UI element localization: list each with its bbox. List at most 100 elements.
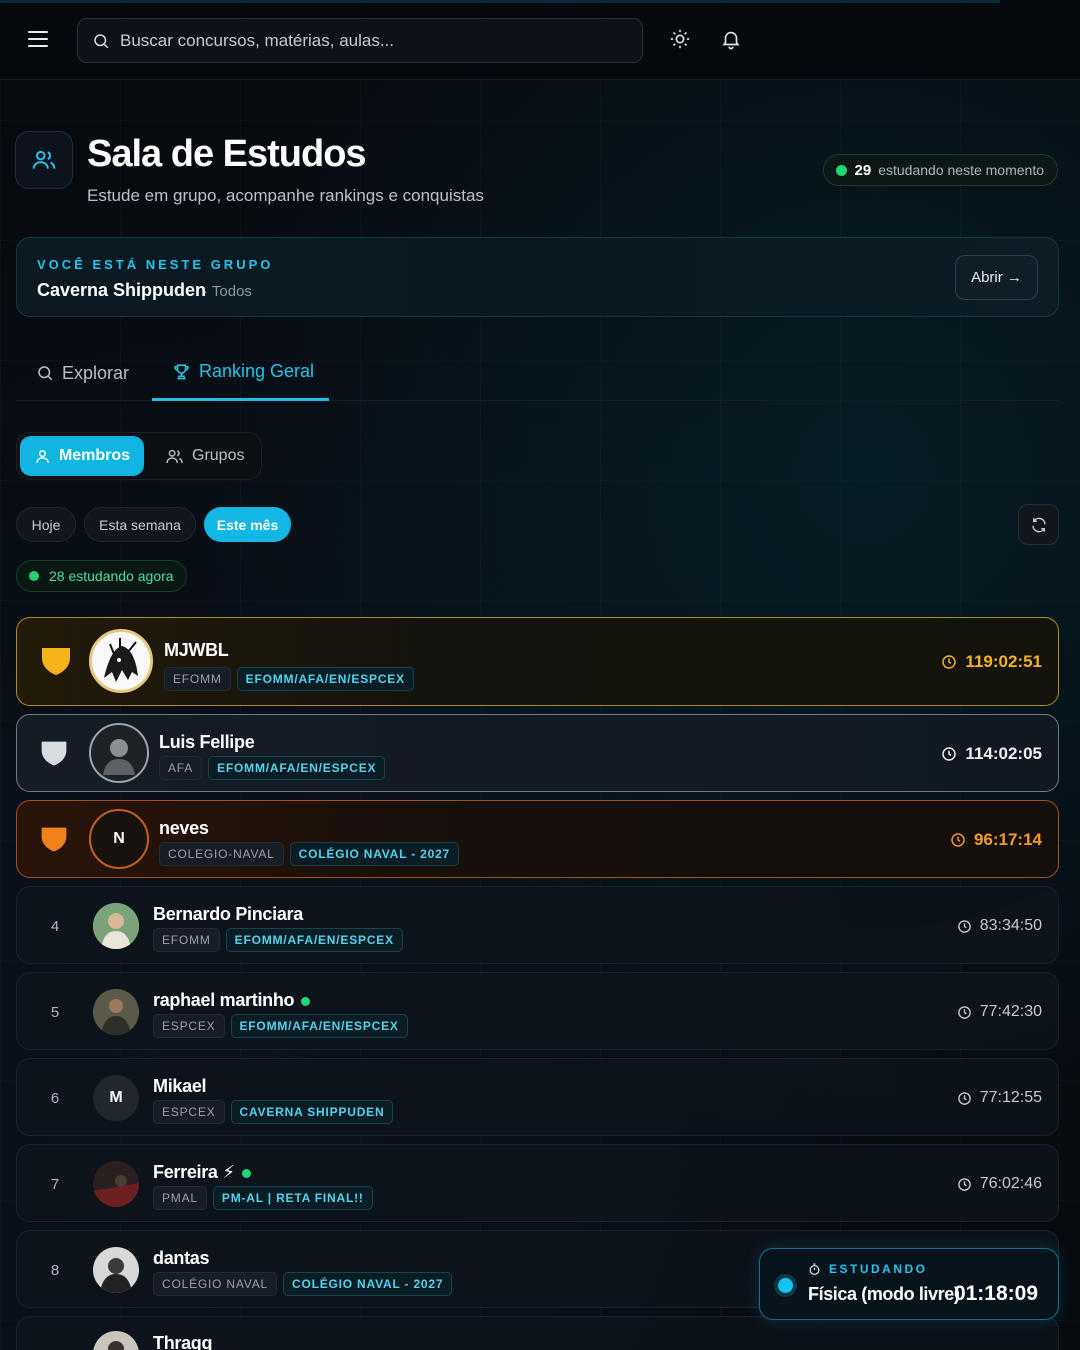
live-indicator-icon: [778, 1278, 793, 1293]
silver-medal-icon: [41, 741, 67, 766]
time-value: 114:02:05: [965, 744, 1042, 763]
segment-grupos[interactable]: Grupos: [165, 436, 244, 476]
study-time: 77:42:30: [957, 1003, 1042, 1021]
refresh-button[interactable]: [1018, 504, 1059, 545]
exam-tag: EFOMM: [153, 928, 220, 952]
study-time: 96:17:14: [950, 830, 1042, 850]
active-study-widget[interactable]: ESTUDANDO Física (modo livre) 01:18:09: [759, 1248, 1059, 1320]
period-este-mes[interactable]: Este mês: [204, 507, 291, 542]
group-tag: EFOMM/AFA/EN/ESPCEX: [225, 928, 403, 952]
exam-tag: AFA: [159, 756, 203, 780]
group-tag: EFOMM/AFA/EN/ESPCEX: [236, 667, 414, 691]
member-name: Luis Fellipe: [159, 732, 255, 752]
study-status: ESTUDANDO: [808, 1262, 928, 1276]
exam-tag: COLEGIO-NAVAL: [159, 842, 284, 866]
sun-icon[interactable]: [669, 28, 691, 50]
member-tags: ESPCEX CAVERNA SHIPPUDEN: [153, 1100, 399, 1124]
search-box[interactable]: [77, 18, 643, 63]
time-value: 77:42:30: [979, 1003, 1042, 1020]
online-status-dot: [301, 996, 311, 1006]
member-name: Bernardo Pinciara: [153, 904, 303, 924]
clock-icon: [957, 1177, 971, 1191]
search-icon: [94, 33, 109, 48]
ranking-row[interactable]: Thragg: [16, 1316, 1059, 1350]
rank-number: 5: [50, 1004, 60, 1021]
exam-tag: ESPCEX: [153, 1100, 225, 1124]
study-room-icon: [15, 131, 73, 189]
avatar-image: [93, 903, 139, 949]
tab-explorar[interactable]: Explorar: [36, 345, 129, 401]
member-name: Thragg: [153, 1333, 213, 1350]
member-tags: PMAL PM-AL | RETA FINAL!!: [153, 1186, 379, 1210]
timer-icon: [809, 1262, 820, 1275]
clock-icon: [957, 1091, 971, 1105]
member-name: Ferreira ⚡: [153, 1162, 251, 1183]
study-time: 83:34:50: [957, 917, 1042, 935]
ranking-row[interactable]: 7 Ferreira ⚡ PMAL PM-AL | RETA FINAL!! 7…: [16, 1144, 1059, 1222]
bronze-medal-icon: [41, 827, 67, 852]
avatar-image: [93, 1161, 139, 1207]
online-dot-icon: [29, 571, 39, 581]
ranking-row[interactable]: 6 M Mikael ESPCEX CAVERNA SHIPPUDEN 77:1…: [16, 1058, 1059, 1136]
avatar: [93, 1161, 139, 1207]
period-esta-semana[interactable]: Esta semana: [84, 507, 196, 542]
online-count-badge: 29 estudando neste momento: [822, 154, 1058, 186]
member-tags: COLÉGIO NAVAL COLÉGIO NAVAL - 2027: [153, 1272, 458, 1296]
page-title: Sala de Estudos: [87, 133, 367, 175]
refresh-icon: [1031, 517, 1046, 532]
member-tags: EFOMM EFOMM/AFA/EN/ESPCEX: [153, 928, 409, 952]
ranking-row[interactable]: MJWBL EFOMM EFOMM/AFA/EN/ESPCEX 119:02:5…: [16, 617, 1059, 706]
page-subtitle: Estude em grupo, acompanhe rankings e co…: [87, 186, 484, 205]
avatar-image: [93, 989, 139, 1035]
members-groups-toggle: Membros Grupos: [16, 432, 262, 480]
main-tabs: Explorar Ranking Geral: [16, 345, 1059, 401]
segment-label: Grupos: [192, 447, 245, 464]
avatar-image: [92, 632, 150, 690]
users-icon: [166, 449, 183, 463]
menu-icon[interactable]: [28, 31, 48, 49]
avatar: [93, 1247, 139, 1293]
rank-number: 4: [50, 918, 60, 935]
clock-icon: [957, 919, 971, 933]
member-name: neves: [159, 818, 209, 838]
avatar: N: [89, 809, 149, 869]
ranking-row[interactable]: 5 raphael martinho ESPCEX EFOMM/AFA/EN/E…: [16, 972, 1059, 1050]
ranking-row[interactable]: 4 Bernardo Pinciara EFOMM EFOMM/AFA/EN/E…: [16, 886, 1059, 964]
segment-label: Membros: [58, 447, 131, 464]
online-dot-icon: [835, 164, 847, 176]
segment-membros[interactable]: Membros: [20, 436, 144, 476]
period-hoje[interactable]: Hoje: [16, 507, 76, 542]
avatar: [89, 629, 153, 693]
member-name: MJWBL: [164, 640, 229, 660]
study-time: 76:02:46: [957, 1175, 1042, 1193]
group-tag: CAVERNA SHIPPUDEN: [230, 1100, 394, 1124]
bell-icon[interactable]: [720, 28, 742, 50]
online-label: estudando neste momento: [878, 162, 1044, 178]
group-tag: EFOMM/AFA/EN/ESPCEX: [230, 1014, 408, 1038]
group-tag: COLÉGIO NAVAL - 2027: [289, 842, 460, 866]
online-status-dot: [241, 1168, 251, 1178]
ranking-row[interactable]: N neves COLEGIO-NAVAL COLÉGIO NAVAL - 20…: [16, 800, 1059, 878]
search-input[interactable]: [120, 30, 620, 51]
avatar: [93, 1331, 139, 1350]
member-name: dantas: [153, 1248, 210, 1268]
tab-label: Explorar: [62, 362, 130, 383]
studying-now-label: 28 estudando agora: [49, 568, 174, 584]
member-name: raphael martinho: [153, 990, 311, 1011]
avatar: [89, 723, 149, 783]
exam-tag: ESPCEX: [153, 1014, 225, 1038]
open-group-button[interactable]: Abrir →: [955, 255, 1038, 300]
study-time: 119:02:51: [941, 652, 1042, 672]
avatar: M: [93, 1075, 139, 1121]
avatar-image: [93, 1331, 139, 1350]
group-tag: COLÉGIO NAVAL - 2027: [282, 1272, 453, 1296]
group-tag: PM-AL | RETA FINAL!!: [212, 1186, 373, 1210]
top-bar: [0, 0, 1080, 80]
tab-ranking-geral[interactable]: Ranking Geral: [152, 345, 329, 401]
trophy-icon: [174, 364, 189, 380]
ranking-row[interactable]: Luis Fellipe AFA EFOMM/AFA/EN/ESPCEX 114…: [16, 714, 1059, 792]
clock-icon: [957, 1005, 971, 1019]
user-icon: [36, 449, 49, 463]
avatar-initial: M: [109, 1089, 123, 1106]
avatar-initial: N: [113, 830, 125, 847]
